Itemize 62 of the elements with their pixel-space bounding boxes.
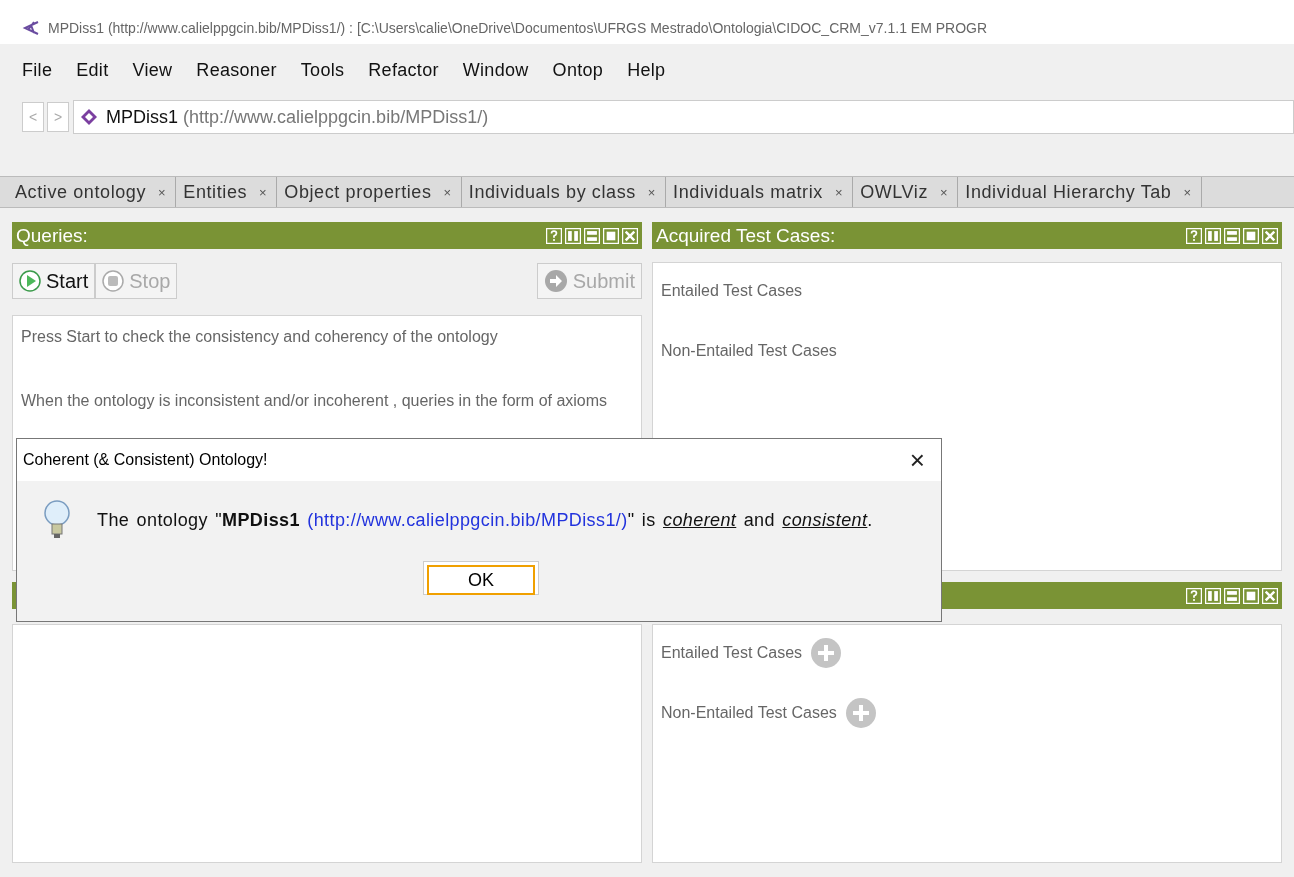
menu-item[interactable]: Edit — [64, 59, 121, 81]
section-label: Entailed Test Cases — [661, 282, 803, 300]
close-button[interactable]: × — [905, 447, 929, 473]
stop-icon — [102, 270, 125, 292]
dialog-title: Coherent (& Consistent) Ontology! — [23, 451, 268, 469]
query-message: When the ontology is inconsistent and/or incoherent , queries in the form of axioms — [21, 392, 609, 410]
tab[interactable]: OWLViz × — [853, 177, 959, 207]
section-label: Non-Entailed Test Cases — [661, 342, 837, 360]
maximize-icon[interactable] — [1243, 227, 1259, 244]
menu-item[interactable]: Help — [615, 59, 678, 81]
close-icon[interactable] — [1262, 587, 1278, 604]
tab[interactable]: Individuals matrix × — [666, 177, 854, 207]
tab[interactable]: Entities × — [176, 177, 278, 207]
split-vertical-icon[interactable] — [1205, 587, 1221, 604]
menu-item[interactable]: Reasoner — [184, 59, 289, 81]
tab[interactable]: Individuals by class × — [461, 177, 667, 207]
menu-item[interactable]: View — [120, 59, 185, 81]
menu-item[interactable]: Ontop — [540, 59, 616, 81]
app-logo-icon — [22, 20, 40, 36]
section-label: Non-Entailed Test Cases — [661, 704, 837, 722]
arrow-right-icon — [543, 269, 568, 293]
add-icon[interactable] — [844, 697, 877, 729]
tab-close-button[interactable]: × — [940, 184, 949, 200]
split-vertical-icon[interactable] — [1205, 227, 1221, 244]
help-icon[interactable] — [546, 227, 562, 244]
light-bulb-icon — [43, 499, 71, 541]
query-message: Press Start to check the consistency and coherency of the ontology — [21, 328, 499, 346]
diamond-icon — [80, 108, 98, 126]
split-horizontal-icon[interactable] — [1224, 227, 1240, 244]
menu-item[interactable]: Tools — [288, 59, 357, 81]
help-icon[interactable] — [1186, 227, 1202, 244]
window-title: MPDiss1 (http://www.calielppgcin.bib/MPDiss1/) : [C:\Users\calie\OneDrive\Documentos\UFRGS Mestrado\Ontologia\CIDOC_CRM_v7.1.1 EM PROGR — [48, 20, 988, 36]
panel-title: Queries: — [16, 224, 88, 247]
ok-button[interactable]: OK — [423, 561, 539, 595]
tab[interactable]: Individual Hierarchy Tab × — [958, 177, 1202, 207]
split-horizontal-icon[interactable] — [584, 227, 600, 244]
section-label: Entailed Test Cases — [661, 644, 803, 662]
menu-item[interactable]: File — [10, 59, 65, 81]
panel-title: Acquired Test Cases: — [656, 224, 836, 247]
ontology-address-field[interactable]: MPDiss1 (http://www.calielppgcin.bib/MPDiss1/) — [73, 100, 1294, 134]
add-icon[interactable] — [810, 637, 843, 669]
tab-close-button[interactable]: × — [259, 184, 268, 200]
maximize-icon[interactable] — [603, 227, 619, 244]
tab[interactable]: Object properties × — [277, 177, 462, 207]
menu-item[interactable]: Refactor — [356, 59, 451, 81]
tab-close-button[interactable]: × — [834, 184, 844, 200]
tab-close-button[interactable]: × — [1183, 184, 1192, 200]
split-vertical-icon[interactable] — [565, 227, 581, 244]
start-button[interactable]: Start — [12, 263, 96, 299]
maximize-icon[interactable] — [1243, 587, 1259, 604]
help-icon[interactable] — [1186, 587, 1202, 604]
tab-close-button[interactable]: × — [443, 184, 452, 200]
menu-item[interactable]: Window — [450, 59, 541, 81]
tab-close-button[interactable]: × — [647, 184, 657, 200]
tab[interactable]: Active ontology × — [8, 177, 177, 207]
close-icon[interactable] — [1262, 227, 1278, 244]
dialog-message: The ontology "MPDiss1 (http://www.calielppgcin.bib/MPDiss1/)" is coherent and consistent. — [97, 509, 873, 531]
close-icon[interactable] — [622, 227, 638, 244]
tab-close-button[interactable]: × — [158, 184, 167, 200]
split-horizontal-icon[interactable] — [1224, 587, 1240, 604]
play-icon — [19, 270, 41, 292]
ontology-iri: MPDiss1 (http://www.calielppgcin.bib/MPDiss1/) — [106, 106, 489, 128]
